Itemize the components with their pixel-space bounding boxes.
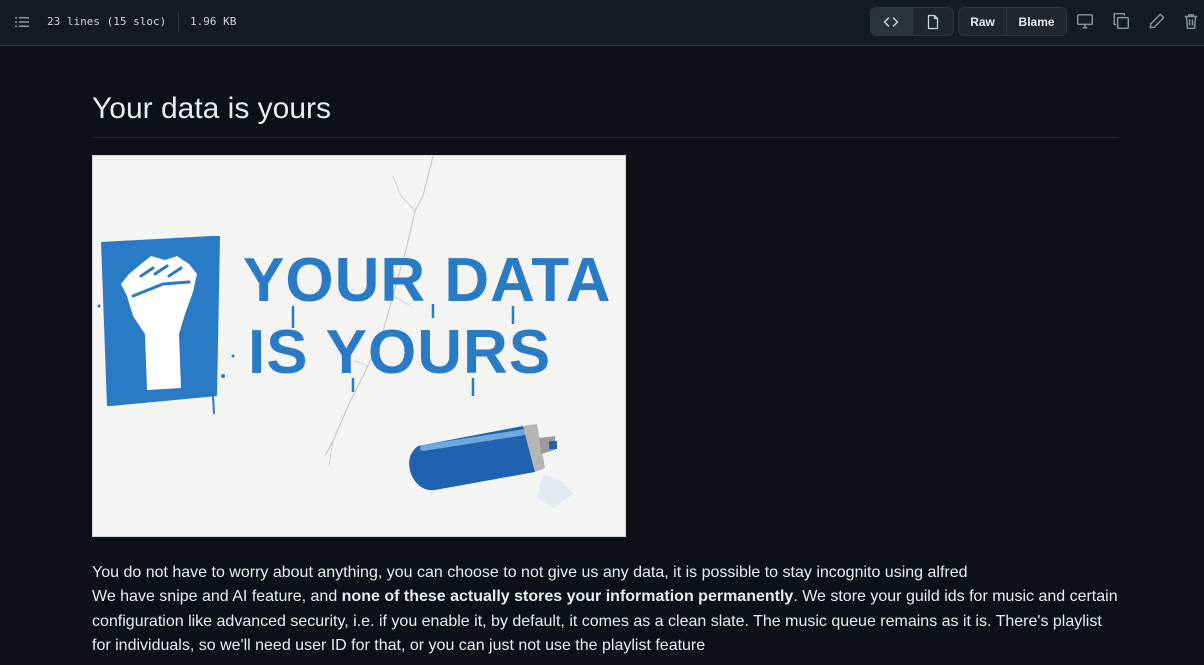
blame-button[interactable]: Blame <box>1006 8 1066 35</box>
line-count: 23 lines (15 sloc) <box>47 15 167 28</box>
pencil-icon <box>1149 13 1165 29</box>
code-view-button[interactable] <box>871 8 912 35</box>
hero-image: YOUR DATA IS YOURS <box>92 155 626 537</box>
desktop-button[interactable] <box>1075 11 1095 31</box>
code-icon <box>884 16 899 27</box>
view-mode-toggle <box>870 7 954 36</box>
raw-blame-group: Raw Blame <box>958 7 1067 36</box>
delete-button[interactable] <box>1181 11 1201 31</box>
line2-prefix: We have snipe and AI feature, and <box>92 588 342 606</box>
preview-view-button[interactable] <box>911 8 953 35</box>
fist-stencil-icon <box>97 236 235 415</box>
toolbar-divider <box>178 12 179 32</box>
copy-icon <box>1113 12 1130 30</box>
heading-divider <box>92 137 1119 138</box>
paragraph-line-2: We have snipe and AI feature, and none o… <box>92 585 1119 658</box>
privacy-paragraph: You do not have to worry about anything,… <box>92 561 1119 658</box>
outline-list-icon[interactable] <box>14 14 30 30</box>
trash-icon <box>1184 14 1198 30</box>
hero-text-line1: YOUR DATA <box>243 246 611 315</box>
file-size: 1.96 KB <box>190 15 237 28</box>
desktop-icon <box>1076 14 1094 29</box>
hero-text-line2: IS YOURS <box>248 318 551 387</box>
edit-button[interactable] <box>1147 11 1167 31</box>
file-icon <box>927 14 939 29</box>
file-toolbar: 23 lines (15 sloc) 1.96 KB Raw Blame <box>0 0 1204 46</box>
page-title: Your data is yours <box>92 92 332 125</box>
copy-button[interactable] <box>1111 11 1131 31</box>
raw-button[interactable]: Raw <box>959 8 1006 35</box>
paragraph-line-1: You do not have to worry about anything,… <box>92 564 968 581</box>
line2-bold: none of these actually stores your infor… <box>341 588 794 606</box>
